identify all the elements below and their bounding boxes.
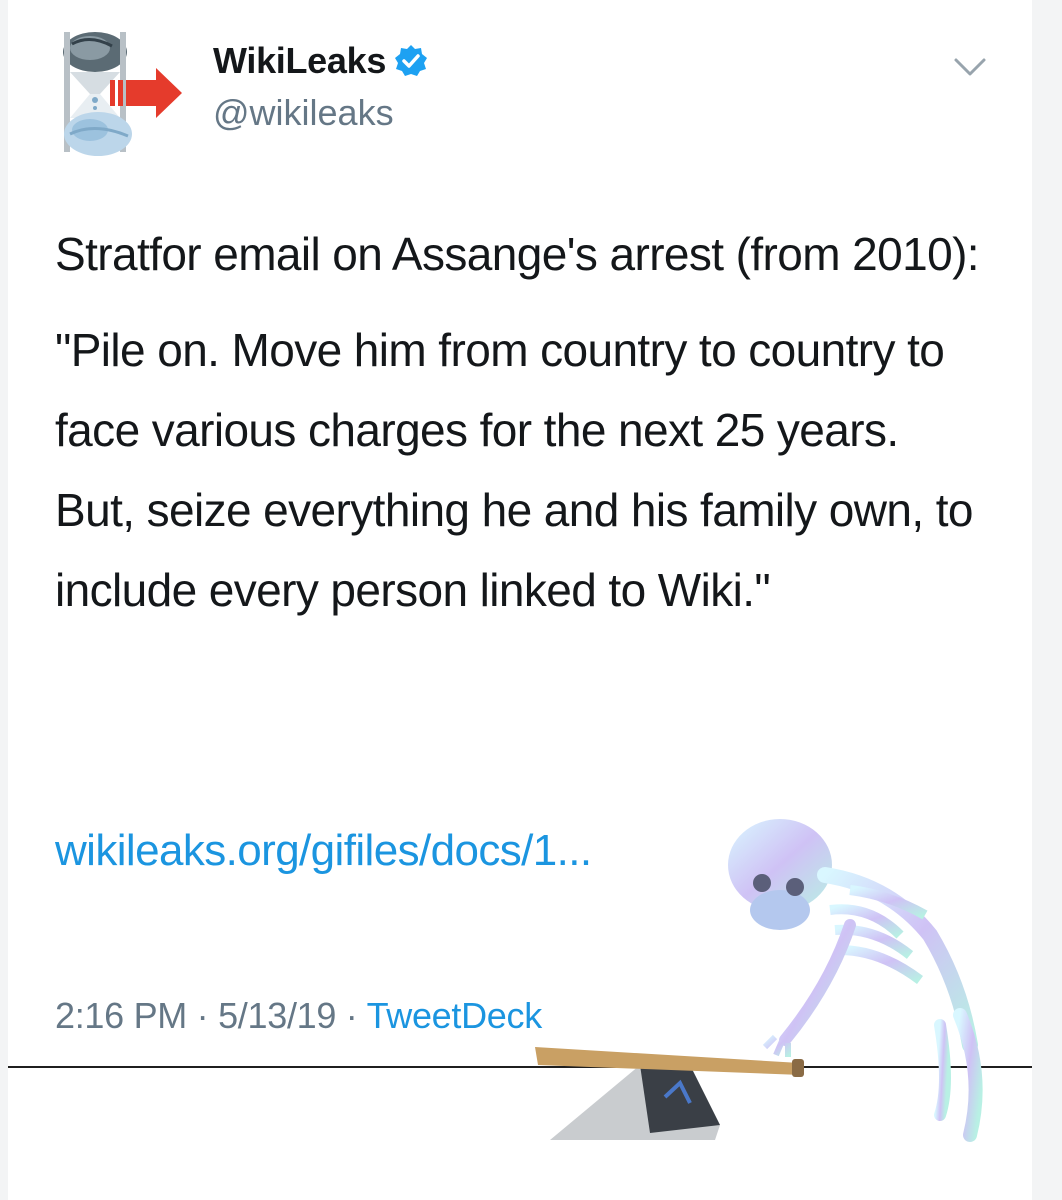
skeleton-with-bat-sticker xyxy=(535,819,983,1142)
tweet-date[interactable]: 5/13/19 xyxy=(218,995,336,1036)
meta-separator: · xyxy=(345,995,358,1036)
handle[interactable]: @wikileaks xyxy=(213,92,394,134)
tweet-meta: 2:16 PM · 5/13/19 · TweetDeck xyxy=(55,995,542,1037)
avatar[interactable] xyxy=(50,22,200,162)
meta-separator: · xyxy=(196,995,209,1036)
tweet-paragraph-quote: "Pile on. Move him from country to count… xyxy=(55,324,973,616)
tweet-paragraph: Stratfor email on Assange's arrest (from… xyxy=(55,228,980,280)
chevron-down-icon[interactable] xyxy=(950,52,990,82)
right-margin xyxy=(1032,0,1062,1200)
tweet-link[interactable]: wikileaks.org/gifiles/docs/1... xyxy=(55,826,592,876)
display-name[interactable]: WikiLeaks xyxy=(213,40,386,82)
left-margin xyxy=(0,0,8,1200)
tweet-time[interactable]: 2:16 PM xyxy=(55,995,187,1036)
author-name-row[interactable]: WikiLeaks xyxy=(213,40,428,82)
tweet-source-link[interactable]: TweetDeck xyxy=(367,995,543,1036)
tweet-text: Stratfor email on Assange's arrest (from… xyxy=(55,214,985,630)
verified-badge-icon xyxy=(395,45,428,76)
